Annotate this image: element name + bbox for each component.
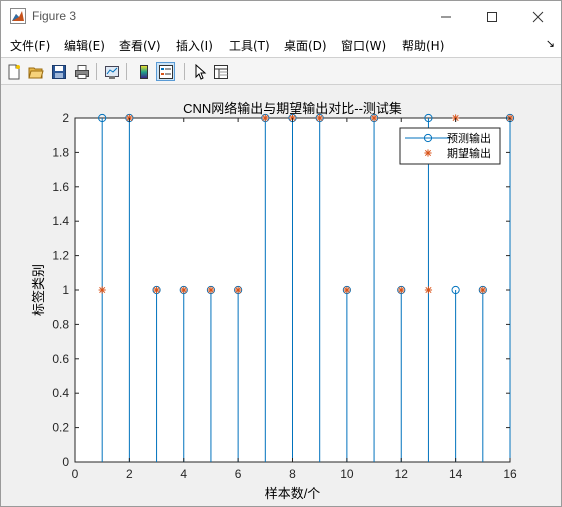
save-button[interactable] <box>49 62 68 81</box>
minimize-button[interactable] <box>423 1 469 32</box>
x-tick-label: 10 <box>340 467 354 481</box>
save-icon <box>51 64 66 79</box>
figure-toolbar <box>1 57 561 85</box>
legend-star <box>424 149 432 157</box>
y-tick-label: 0.2 <box>52 421 69 435</box>
toolbar-separator <box>184 63 185 80</box>
property-inspector-icon <box>213 64 228 79</box>
x-axis-label: 样本数/个 <box>265 486 321 501</box>
x-tick-label: 6 <box>235 467 242 481</box>
matlab-logo-icon <box>10 8 26 24</box>
menu-bar: 文件(F) 编辑(E) 查看(V) 插入(I) 工具(T) 桌面(D) 窗口(W… <box>1 32 561 57</box>
expected-marker <box>98 286 106 294</box>
y-tick-label: 1.2 <box>52 249 69 263</box>
open-file-icon <box>27 67 44 78</box>
menu-help[interactable]: 帮助(H) <box>402 37 444 54</box>
x-tick-label: 14 <box>449 467 463 481</box>
y-tick-label: 0.8 <box>52 317 69 331</box>
x-tick-label: 0 <box>72 467 79 481</box>
property-inspector-button[interactable] <box>211 62 230 81</box>
menu-file[interactable]: 文件(F) <box>10 37 50 54</box>
insert-legend-icon <box>158 64 173 79</box>
minimize-icon <box>441 16 451 17</box>
new-figure-icon <box>8 64 20 79</box>
expected-marker <box>343 286 351 294</box>
y-tick-label: 1.4 <box>52 214 69 228</box>
toolbar-separator <box>96 63 97 80</box>
insert-colorbar-button[interactable] <box>134 62 153 81</box>
legend-marker-expected <box>424 149 432 157</box>
stem-chart[interactable]: 0 2 4 6 8 10 12 14 16 0 0.2 0.4 0.6 0.8 1 1.2 1.4 1.6 1.8… <box>1 86 561 506</box>
menu-insert[interactable]: 插入(I) <box>176 37 213 54</box>
maximize-button[interactable] <box>469 1 515 32</box>
expected-marker <box>424 286 433 294</box>
expected-marker <box>152 286 161 294</box>
x-tick-label: 2 <box>126 467 133 481</box>
legend-label-expected: 期望输出 <box>447 146 491 160</box>
legend[interactable]: 预测输出 期望输出 <box>399 127 501 165</box>
menu-tools[interactable]: 工具(T) <box>229 37 270 54</box>
y-tick-label: 1.6 <box>52 180 69 194</box>
expected-marker <box>207 286 215 294</box>
y-tick-label: 1.8 <box>52 145 69 159</box>
link-plot-button[interactable] <box>102 62 121 81</box>
window-title: Figure 3 <box>32 9 77 23</box>
chart-title: CNN网络输出与期望输出对比--测试集 <box>183 101 402 116</box>
link-plot-icon <box>104 65 119 79</box>
expected-marker <box>479 286 487 294</box>
expected-marker <box>234 286 242 294</box>
expected-marker <box>397 286 405 294</box>
print-button[interactable] <box>72 62 91 81</box>
y-tick-label: 0 <box>62 455 69 469</box>
figure-window: Figure 3 文件(F) 编辑(E) 查看(V) 插入(I) 工具(T) 桌… <box>0 0 562 507</box>
y-axis-label: 标签类别 <box>31 264 46 316</box>
menu-desktop[interactable]: 桌面(D) <box>284 37 327 54</box>
print-icon <box>74 64 89 79</box>
close-icon <box>532 11 544 22</box>
edit-plot-arrow-icon <box>195 63 206 80</box>
y-tick-label: 1 <box>62 283 69 297</box>
y-tick-label: 0.4 <box>52 386 69 400</box>
open-file-button[interactable] <box>26 62 45 81</box>
title-bar[interactable]: Figure 3 <box>1 1 561 32</box>
menu-window[interactable]: 窗口(W) <box>341 37 386 54</box>
edit-plot-button[interactable] <box>190 62 209 81</box>
new-figure-button[interactable] <box>4 62 23 81</box>
x-tick-label: 12 <box>395 467 409 481</box>
y-tick-label: 0.6 <box>52 352 69 366</box>
maximize-icon <box>487 11 497 22</box>
legend-label-predicted: 预测输出 <box>447 131 491 145</box>
close-button[interactable] <box>515 1 561 32</box>
menu-edit[interactable]: 编辑(E) <box>64 37 105 54</box>
figure-canvas: 0 2 4 6 8 10 12 14 16 0 0.2 0.4 0.6 0.8 1 1.2 1.4 1.6 1.8… <box>1 86 561 506</box>
x-tick-label: 8 <box>289 467 296 481</box>
insert-colorbar-icon <box>139 64 148 79</box>
insert-legend-button[interactable] <box>156 62 175 81</box>
toolbar-separator <box>126 63 127 80</box>
x-tick-label: 4 <box>180 467 187 481</box>
x-tick-label: 16 <box>503 467 517 481</box>
y-tick-label: 2 <box>62 111 69 125</box>
menu-overflow-arrow[interactable]: ↘ <box>546 37 555 50</box>
menu-view[interactable]: 查看(V) <box>119 37 161 54</box>
expected-marker <box>180 286 188 294</box>
